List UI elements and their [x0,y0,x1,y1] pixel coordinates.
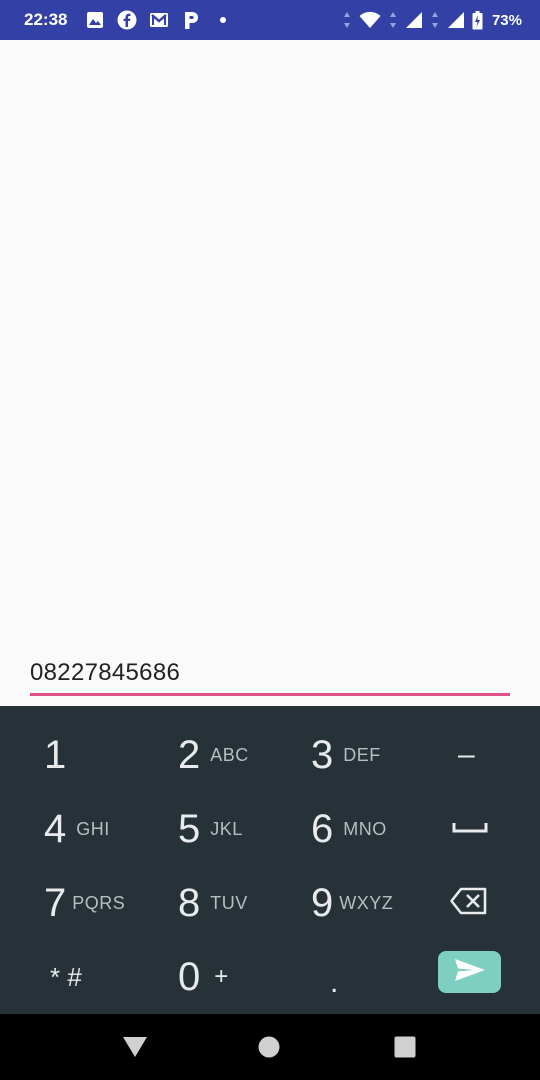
key-digit: 3 [311,732,334,777]
signal-icon [404,10,424,30]
send-icon [454,958,486,987]
dash-key[interactable]: – [458,718,475,792]
home-icon[interactable] [254,1034,284,1060]
key-digit: 4 [44,806,67,851]
send-button[interactable] [438,951,501,993]
key-4[interactable]: 4 GHI [44,792,110,866]
star-hash-label: * # [50,961,82,992]
space-key[interactable] [452,792,488,866]
dot-icon [213,10,233,30]
key-digit: 1 [44,732,67,777]
key-letters: GHI [76,818,110,839]
numeric-keypad: 1 2 ABC 3 DEF – 4 GHI 5 JKL 6 MNO 7 PQRS… [0,706,540,1014]
key-digit: 7 [44,880,67,925]
battery-charging-icon [472,10,484,30]
key-9[interactable]: 9 WXYZ [311,866,393,940]
key-2[interactable]: 2 ABC [178,718,249,792]
key-letters: TUV [210,892,248,913]
key-3[interactable]: 3 DEF [311,718,381,792]
backspace-key[interactable] [450,866,488,940]
key-5[interactable]: 5 JKL [178,792,243,866]
key-7[interactable]: 7 PQRS [44,866,125,940]
data-arrows-icon [342,10,352,30]
key-1[interactable]: 1 [44,718,66,792]
key-letters: WXYZ [339,892,394,913]
key-digit: 9 [311,880,334,925]
status-time: 22:38 [24,10,68,29]
backspace-icon [450,887,488,920]
space-icon [452,820,488,839]
key-letters: JKL [210,818,243,839]
navigation-bar [0,1014,540,1080]
content-area [0,40,540,706]
key-letters: PQRS [72,892,126,913]
facebook-icon [117,10,137,30]
gmail-icon [149,10,169,30]
key-letters: DEF [343,744,381,765]
status-bar: 22:38 73% [0,0,540,40]
key-digit: 5 [178,806,201,851]
signal-icon [446,10,466,30]
recents-icon[interactable] [390,1034,420,1060]
p-app-icon [181,10,201,30]
star-hash-key[interactable]: * # [50,940,82,1014]
key-digit: 8 [178,880,201,925]
notification-icons [85,10,233,30]
battery-percent: 73% [491,11,522,29]
key-digit: 2 [178,732,201,777]
phone-number-input[interactable]: 08227845686 [30,654,510,696]
key-8[interactable]: 8 TUV [178,866,248,940]
system-icons: 73% [342,10,522,30]
key-6[interactable]: 6 MNO [311,792,387,866]
period-label: . [330,966,339,999]
image-icon [85,10,105,30]
key-digit: 6 [311,806,334,851]
back-icon[interactable] [120,1034,150,1060]
data-arrows-icon [430,10,440,30]
dash-label: – [458,738,475,771]
period-key[interactable]: . [330,946,338,1020]
key-letters: ABC [210,744,249,765]
key-digit: 0 [178,954,201,999]
key-letters: + [214,963,229,990]
key-letters: MNO [343,818,387,839]
key-0[interactable]: 0 + [178,940,229,1014]
data-arrows-icon [388,10,398,30]
wifi-icon [358,10,382,30]
